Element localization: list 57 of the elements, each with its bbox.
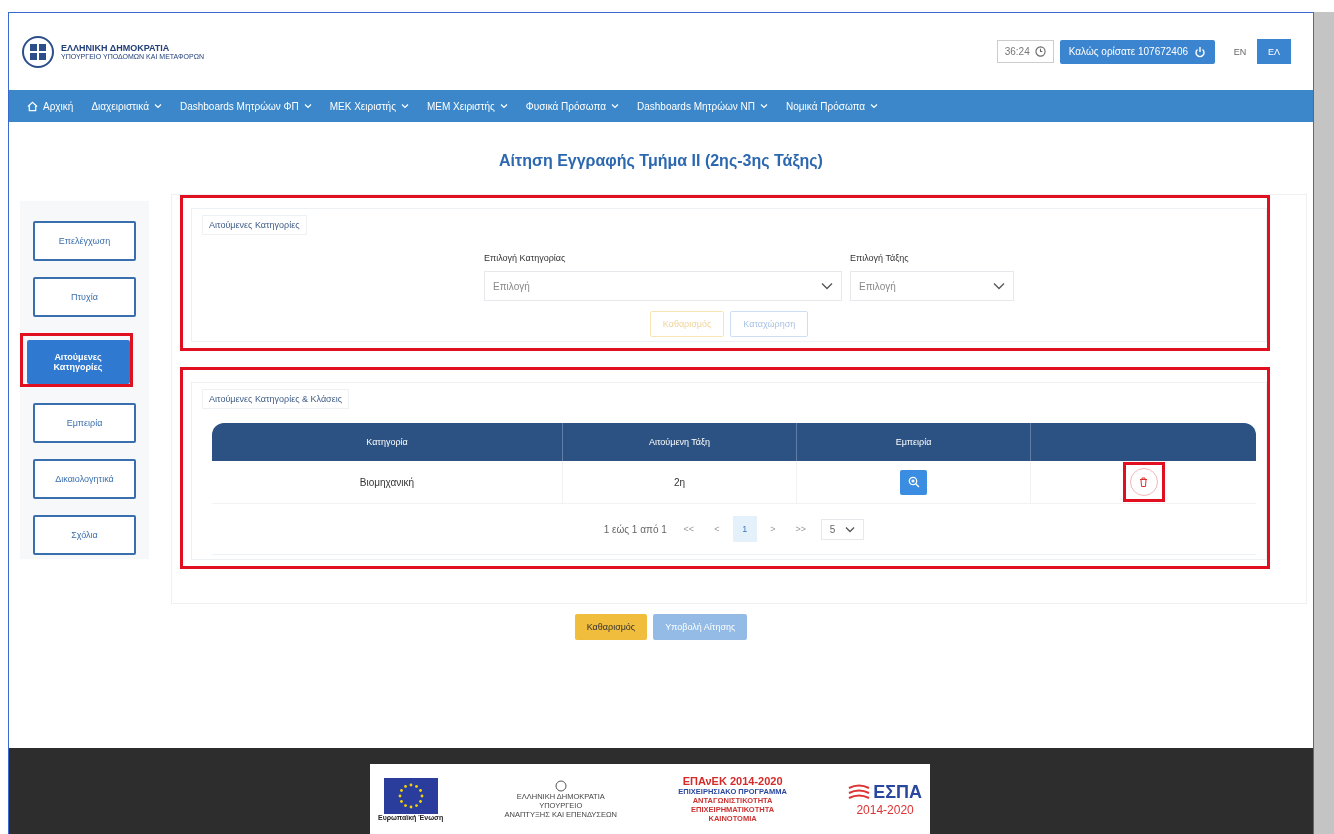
nav-item[interactable]: Dashboards Μητρώων ΦΠ bbox=[171, 100, 320, 112]
chevron-down-icon bbox=[845, 525, 856, 533]
clock-icon bbox=[1034, 46, 1046, 57]
chevron-down-icon bbox=[499, 103, 508, 109]
sidebar-tab[interactable]: Αιτούμενες Κατηγορίες bbox=[26, 340, 130, 384]
fieldset-legend: Αιτούμενες Κατηγορίες & Κλάσεις bbox=[202, 389, 349, 409]
fieldset-legend: Αιτούμενες Κατηγορίες bbox=[202, 215, 307, 235]
nav-item[interactable]: Φυσικά Πρόσωπα bbox=[517, 100, 627, 112]
trash-icon bbox=[1139, 477, 1148, 487]
page-title: Αίτηση Εγγραφής Τμήμα ΙΙ (2ης-3ης Τάξης) bbox=[498, 152, 824, 170]
column-header: Κατηγορία bbox=[366, 437, 408, 447]
chevron-down-icon bbox=[870, 103, 879, 109]
nav-item[interactable]: ΜΕΚ Χειριστής bbox=[321, 100, 417, 112]
chevron-down-icon bbox=[821, 282, 833, 290]
page-button[interactable]: 1 bbox=[732, 516, 757, 542]
sidebar-tab[interactable]: Δικαιολογητικά bbox=[33, 459, 136, 499]
delete-button[interactable] bbox=[1129, 468, 1158, 496]
logout-button[interactable]: Καλώς ορίσατε 107672406 bbox=[1059, 39, 1215, 64]
power-icon bbox=[1194, 45, 1206, 58]
nav-item[interactable]: ΜΕΜ Χειριστής bbox=[418, 100, 516, 112]
chevron-down-icon bbox=[993, 282, 1005, 290]
nav-item[interactable]: Διαχειριστικά bbox=[83, 100, 170, 112]
page-size-select[interactable]: 5 bbox=[820, 518, 865, 540]
chevron-down-icon bbox=[611, 103, 619, 109]
view-button[interactable] bbox=[900, 469, 927, 495]
nav-item[interactable]: Dashboards Μητρώων ΝΠ bbox=[629, 100, 777, 112]
logo-title: ΕΛΛΗΝΙΚΗ ΔΗΜΟΚΡΑΤΙΑ bbox=[61, 43, 171, 53]
chevron-down-icon bbox=[760, 103, 769, 109]
language-button[interactable]: ΕΛ bbox=[1257, 39, 1291, 64]
select-field[interactable]: Επιλογή bbox=[850, 271, 1014, 301]
sidebar-tab[interactable]: Επελέγχωση bbox=[33, 221, 136, 261]
zoom-icon bbox=[907, 476, 920, 488]
field-label: Επιλογή Κατηγορίας bbox=[484, 253, 567, 263]
column-header: Αιτούμενη Τάξη bbox=[648, 437, 711, 447]
chevron-down-icon bbox=[303, 103, 312, 109]
espa-logo-text: ΕΣΠΑ bbox=[873, 781, 922, 803]
chevron-down-icon bbox=[400, 103, 409, 109]
field-label: Επιλογή Τάξης bbox=[850, 253, 910, 263]
pagination-summary: 1 εώς 1 από 1 bbox=[603, 523, 667, 535]
eu-flag-icon bbox=[383, 777, 438, 814]
table-cell: 2η bbox=[673, 476, 686, 488]
nav-item[interactable]: Αρχική bbox=[19, 100, 82, 112]
session-timer: 36:24 bbox=[996, 40, 1054, 63]
column-header: Εμπειρία bbox=[895, 437, 932, 447]
espa-years: 2014-2020 bbox=[856, 802, 914, 817]
sidebar-tab[interactable]: Πτυχία bbox=[33, 277, 136, 317]
action-button[interactable]: Καθαρισμός bbox=[574, 614, 648, 640]
programme-title: ΕΠΑνΕΚ 2014-2020 bbox=[682, 775, 783, 787]
home-icon bbox=[27, 100, 38, 112]
scrollbar[interactable] bbox=[1314, 12, 1334, 834]
sidebar-tab[interactable]: Εμπειρία bbox=[33, 403, 136, 443]
nav-item[interactable]: Νομικά Πρόσωπα bbox=[778, 100, 887, 112]
table-cell: Βιομηχανική bbox=[359, 476, 415, 488]
chevron-down-icon bbox=[153, 103, 162, 109]
waves-icon bbox=[848, 784, 871, 800]
select-field[interactable]: Επιλογή bbox=[484, 271, 842, 301]
sidebar-tab[interactable]: Σχόλια bbox=[33, 515, 136, 555]
